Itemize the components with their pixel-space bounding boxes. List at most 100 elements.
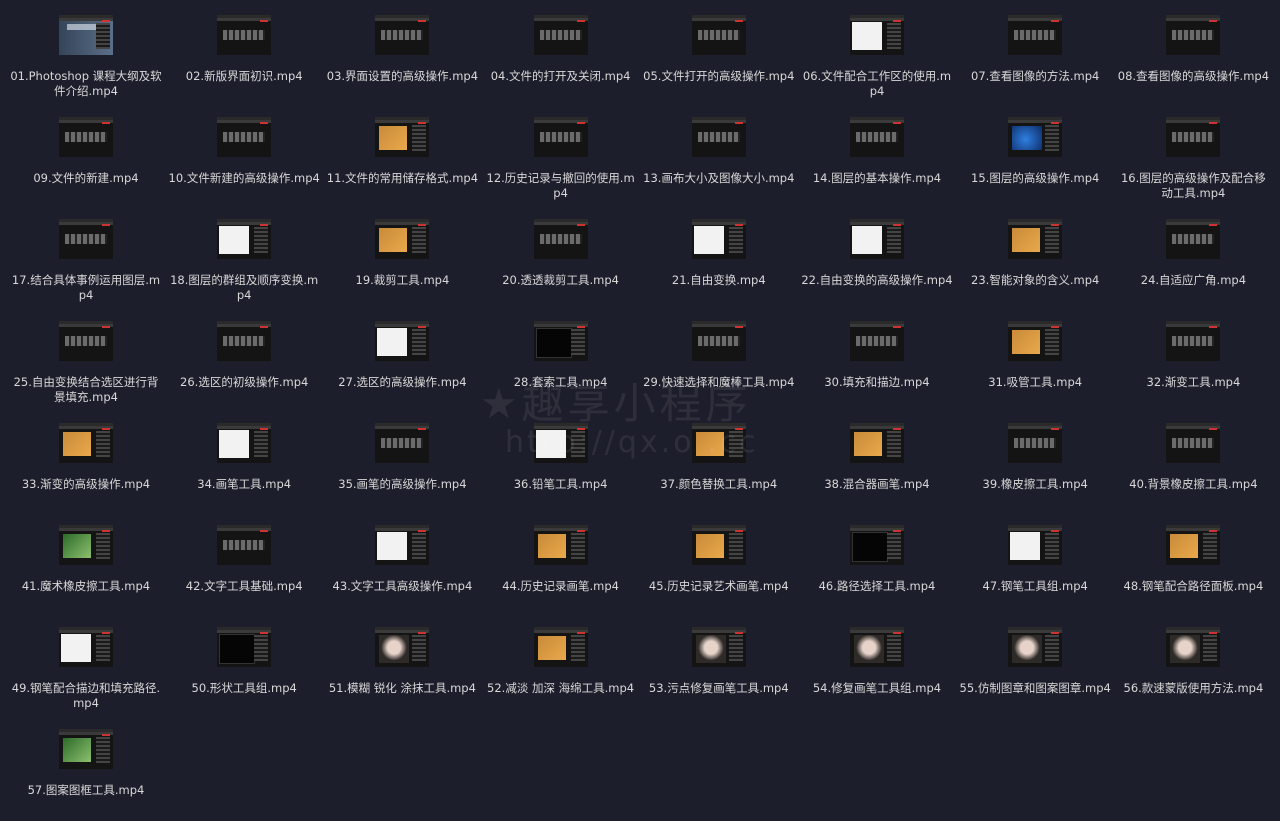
file-item[interactable]: 03.界面设置的高级操作.mp4 <box>323 0 481 84</box>
file-name: 37.颜色替换工具.mp4 <box>660 477 778 491</box>
file-name: 22.自由变换的高级操作.mp4 <box>801 273 953 287</box>
video-thumbnail <box>217 117 272 157</box>
file-item[interactable]: 15.图层的高级操作.mp4 <box>956 102 1114 186</box>
file-item[interactable]: 20.透透裁剪工具.mp4 <box>482 204 640 288</box>
file-item[interactable]: 37.颜色替换工具.mp4 <box>640 408 798 492</box>
file-item[interactable]: 57.图案图框工具.mp4 <box>7 714 165 798</box>
file-item[interactable]: 13.画布大小及图像大小.mp4 <box>640 102 798 186</box>
file-item[interactable]: 32.渐变工具.mp4 <box>1114 306 1272 390</box>
file-item[interactable]: 07.查看图像的方法.mp4 <box>956 0 1114 84</box>
file-item[interactable]: 24.自适应广角.mp4 <box>1114 204 1272 288</box>
file-item[interactable]: 04.文件的打开及关闭.mp4 <box>482 0 640 84</box>
file-name: 29.快速选择和魔棒工具.mp4 <box>643 375 795 389</box>
video-thumbnail <box>59 423 113 463</box>
file-item[interactable]: 31.吸管工具.mp4 <box>956 306 1114 390</box>
file-name: 35.画笔的高级操作.mp4 <box>338 477 467 491</box>
file-item[interactable]: 49.钢笔配合描边和填充路径.mp4 <box>7 612 165 711</box>
video-thumbnail <box>59 627 113 667</box>
file-item[interactable]: 08.查看图像的高级操作.mp4 <box>1114 0 1272 84</box>
file-item[interactable]: 19.裁剪工具.mp4 <box>323 204 481 288</box>
file-name: 56.款速蒙版使用方法.mp4 <box>1123 681 1264 695</box>
video-thumbnail <box>691 423 746 463</box>
file-item[interactable]: 18.图层的群组及顺序变换.mp4 <box>165 204 323 303</box>
file-name: 16.图层的高级操作及配合移动工具.mp4 <box>1120 171 1266 200</box>
file-name: 11.文件的常用储存格式.mp4 <box>326 171 479 185</box>
file-item[interactable]: 05.文件打开的高级操作.mp4 <box>640 0 798 84</box>
video-thumbnail <box>1008 525 1063 565</box>
video-thumbnail <box>691 219 746 259</box>
file-name: 07.查看图像的方法.mp4 <box>971 69 1100 83</box>
video-thumbnail <box>375 423 430 463</box>
video-thumbnail <box>59 15 113 55</box>
file-item[interactable]: 29.快速选择和魔棒工具.mp4 <box>640 306 798 390</box>
video-thumbnail <box>533 321 588 361</box>
video-thumbnail <box>1166 15 1221 55</box>
file-name: 17.结合具体事例运用图层.mp4 <box>11 273 161 302</box>
video-thumbnail <box>850 15 904 55</box>
video-thumbnail <box>1008 219 1063 259</box>
file-item[interactable]: 09.文件的新建.mp4 <box>7 102 165 186</box>
file-item[interactable]: 10.文件新建的高级操作.mp4 <box>165 102 323 186</box>
file-item[interactable]: 01.Photoshop 课程大纲及软件介绍.mp4 <box>7 0 165 99</box>
file-name: 27.选区的高级操作.mp4 <box>338 375 467 389</box>
file-item[interactable]: 46.路径选择工具.mp4 <box>798 510 956 594</box>
file-item[interactable]: 38.混合器画笔.mp4 <box>798 408 956 492</box>
file-item[interactable]: 53.污点修复画笔工具.mp4 <box>640 612 798 696</box>
file-name: 02.新版界面初识.mp4 <box>185 69 303 83</box>
file-item[interactable]: 44.历史记录画笔.mp4 <box>482 510 640 594</box>
file-name: 55.仿制图章和图案图章.mp4 <box>959 681 1111 695</box>
video-thumbnail <box>59 117 113 157</box>
file-item[interactable]: 35.画笔的高级操作.mp4 <box>323 408 481 492</box>
file-item[interactable]: 34.画笔工具.mp4 <box>165 408 323 492</box>
file-item[interactable]: 42.文字工具基础.mp4 <box>165 510 323 594</box>
file-item[interactable]: 23.智能对象的含义.mp4 <box>956 204 1114 288</box>
file-item[interactable]: 45.历史记录艺术画笔.mp4 <box>640 510 798 594</box>
video-thumbnail <box>691 117 746 157</box>
file-item[interactable]: 27.选区的高级操作.mp4 <box>323 306 481 390</box>
file-item[interactable]: 21.自由变换.mp4 <box>640 204 798 288</box>
file-name: 40.背景橡皮擦工具.mp4 <box>1129 477 1258 491</box>
file-item[interactable]: 55.仿制图章和图案图章.mp4 <box>956 612 1114 696</box>
video-thumbnail <box>375 321 430 361</box>
file-item[interactable]: 02.新版界面初识.mp4 <box>165 0 323 84</box>
file-name: 10.文件新建的高级操作.mp4 <box>168 171 320 185</box>
file-name: 03.界面设置的高级操作.mp4 <box>326 69 479 83</box>
file-name: 34.画笔工具.mp4 <box>197 477 292 491</box>
file-item[interactable]: 50.形状工具组.mp4 <box>165 612 323 696</box>
file-item[interactable]: 22.自由变换的高级操作.mp4 <box>798 204 956 288</box>
file-item[interactable]: 39.橡皮擦工具.mp4 <box>956 408 1114 492</box>
video-thumbnail <box>691 321 746 361</box>
file-item[interactable]: 47.钢笔工具组.mp4 <box>956 510 1114 594</box>
file-item[interactable]: 56.款速蒙版使用方法.mp4 <box>1114 612 1272 696</box>
file-name: 33.渐变的高级操作.mp4 <box>21 477 151 491</box>
file-name: 04.文件的打开及关闭.mp4 <box>490 69 631 83</box>
file-name: 45.历史记录艺术画笔.mp4 <box>648 579 789 593</box>
file-item[interactable]: 30.填充和描边.mp4 <box>798 306 956 390</box>
file-item[interactable]: 48.钢笔配合路径面板.mp4 <box>1114 510 1272 594</box>
file-item[interactable]: 33.渐变的高级操作.mp4 <box>7 408 165 492</box>
file-name: 15.图层的高级操作.mp4 <box>971 171 1100 185</box>
file-name: 09.文件的新建.mp4 <box>33 171 139 185</box>
file-item[interactable]: 25.自由变换结合选区进行背景填充.mp4 <box>7 306 165 405</box>
video-thumbnail <box>1008 15 1063 55</box>
file-name: 36.铅笔工具.mp4 <box>513 477 608 491</box>
file-item[interactable]: 52.减淡 加深 海绵工具.mp4 <box>482 612 640 696</box>
file-item[interactable]: 06.文件配合工作区的使用.mp4 <box>798 0 956 99</box>
file-item[interactable]: 36.铅笔工具.mp4 <box>482 408 640 492</box>
file-item[interactable]: 16.图层的高级操作及配合移动工具.mp4 <box>1114 102 1272 201</box>
file-item[interactable]: 17.结合具体事例运用图层.mp4 <box>7 204 165 303</box>
file-item[interactable]: 14.图层的基本操作.mp4 <box>798 102 956 186</box>
file-item[interactable]: 28.套索工具.mp4 <box>482 306 640 390</box>
file-item[interactable]: 26.选区的初级操作.mp4 <box>165 306 323 390</box>
file-item[interactable]: 12.历史记录与撤回的使用.mp4 <box>482 102 640 201</box>
file-name: 25.自由变换结合选区进行背景填充.mp4 <box>13 375 159 404</box>
file-item[interactable]: 51.模糊 锐化 涂抹工具.mp4 <box>323 612 481 696</box>
file-item[interactable]: 41.魔术橡皮擦工具.mp4 <box>7 510 165 594</box>
file-item[interactable]: 40.背景橡皮擦工具.mp4 <box>1114 408 1272 492</box>
video-thumbnail <box>375 117 430 157</box>
video-thumbnail <box>217 423 272 463</box>
video-thumbnail <box>217 525 272 565</box>
file-item[interactable]: 11.文件的常用储存格式.mp4 <box>323 102 481 186</box>
file-item[interactable]: 43.文字工具高级操作.mp4 <box>323 510 481 594</box>
file-item[interactable]: 54.修复画笔工具组.mp4 <box>798 612 956 696</box>
